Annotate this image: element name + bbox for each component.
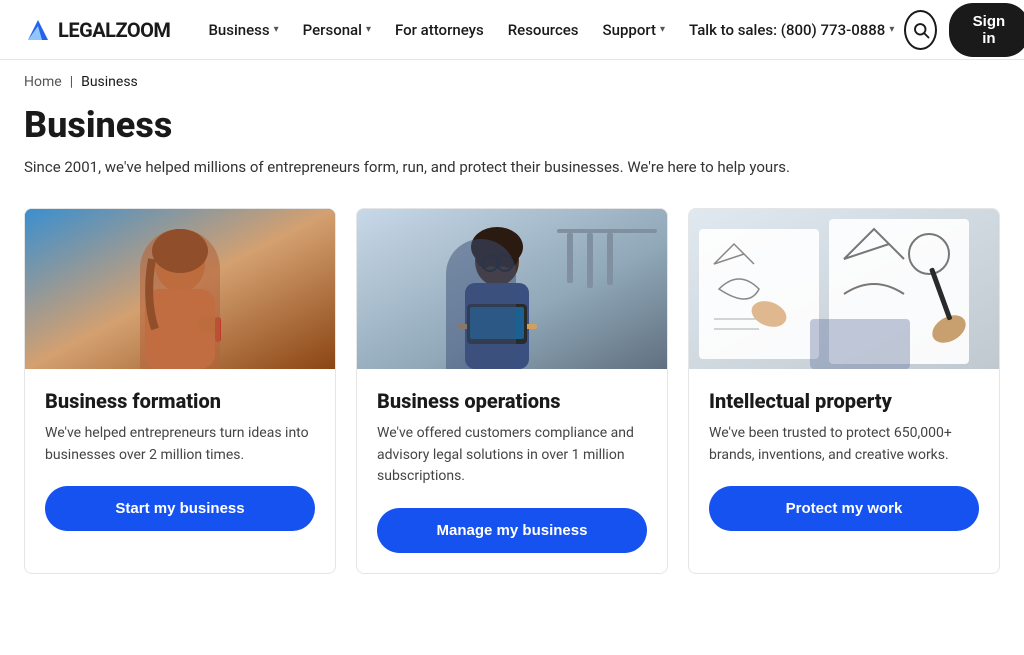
- card-formation: Business formation We've helped entrepre…: [24, 208, 336, 574]
- chevron-down-icon: ▾: [660, 24, 665, 35]
- nav-item-support[interactable]: Support ▾: [593, 13, 676, 47]
- page-subtitle: Since 2001, we've helped millions of ent…: [24, 158, 1000, 176]
- breadcrumb-home[interactable]: Home: [24, 74, 62, 90]
- card-ip-title: Intellectual property: [709, 389, 979, 413]
- start-my-business-button[interactable]: Start my business: [45, 486, 315, 531]
- card-ip-illustration: [689, 209, 999, 369]
- card-operations-image: [357, 209, 667, 369]
- manage-my-business-button[interactable]: Manage my business: [377, 508, 647, 553]
- page-title: Business: [24, 104, 1000, 146]
- search-button[interactable]: [904, 10, 937, 50]
- navbar: LEGALZOOM Business ▾ Personal ▾ For atto…: [0, 0, 1024, 60]
- card-formation-image: [25, 209, 335, 369]
- card-operations: Business operations We've offered custom…: [356, 208, 668, 574]
- nav-item-resources[interactable]: Resources: [498, 13, 589, 47]
- breadcrumb-current: Business: [81, 74, 138, 90]
- card-formation-desc: We've helped entrepreneurs turn ideas in…: [45, 423, 315, 466]
- main-content: Business Since 2001, we've helped millio…: [0, 104, 1024, 614]
- search-icon: [912, 21, 930, 39]
- nav-left: LEGALZOOM Business ▾ Personal ▾ For atto…: [24, 13, 904, 47]
- card-operations-illustration: [357, 209, 667, 369]
- legalzoom-logo-icon: [24, 16, 52, 44]
- card-ip: Intellectual property We've been trusted…: [688, 208, 1000, 574]
- card-formation-title: Business formation: [45, 389, 315, 413]
- card-formation-illustration: [25, 209, 335, 369]
- card-ip-image: [689, 209, 999, 369]
- breadcrumb-separator: |: [70, 74, 73, 90]
- chevron-down-icon: ▾: [889, 24, 894, 35]
- chevron-down-icon: ▾: [274, 24, 279, 35]
- nav-right: Sign in: [904, 3, 1024, 57]
- signin-button[interactable]: Sign in: [949, 3, 1024, 57]
- card-ip-desc: We've been trusted to protect 650,000+ b…: [709, 423, 979, 466]
- card-formation-body: Business formation We've helped entrepre…: [25, 369, 335, 551]
- cards-grid: Business formation We've helped entrepre…: [24, 208, 1000, 574]
- card-operations-title: Business operations: [377, 389, 647, 413]
- breadcrumb: Home | Business: [0, 60, 1024, 104]
- card-operations-body: Business operations We've offered custom…: [357, 369, 667, 573]
- nav-item-personal[interactable]: Personal ▾: [293, 13, 381, 47]
- nav-links: Business ▾ Personal ▾ For attorneys Reso…: [198, 13, 904, 47]
- protect-my-work-button[interactable]: Protect my work: [709, 486, 979, 531]
- chevron-down-icon: ▾: [366, 24, 371, 35]
- logo-text: LEGALZOOM: [58, 18, 170, 42]
- card-operations-desc: We've offered customers compliance and a…: [377, 423, 647, 488]
- logo[interactable]: LEGALZOOM: [24, 16, 170, 44]
- nav-item-business[interactable]: Business ▾: [198, 13, 288, 47]
- card-ip-body: Intellectual property We've been trusted…: [689, 369, 999, 551]
- nav-item-sales[interactable]: Talk to sales: (800) 773-0888 ▾: [679, 13, 904, 47]
- nav-item-attorneys[interactable]: For attorneys: [385, 13, 494, 47]
